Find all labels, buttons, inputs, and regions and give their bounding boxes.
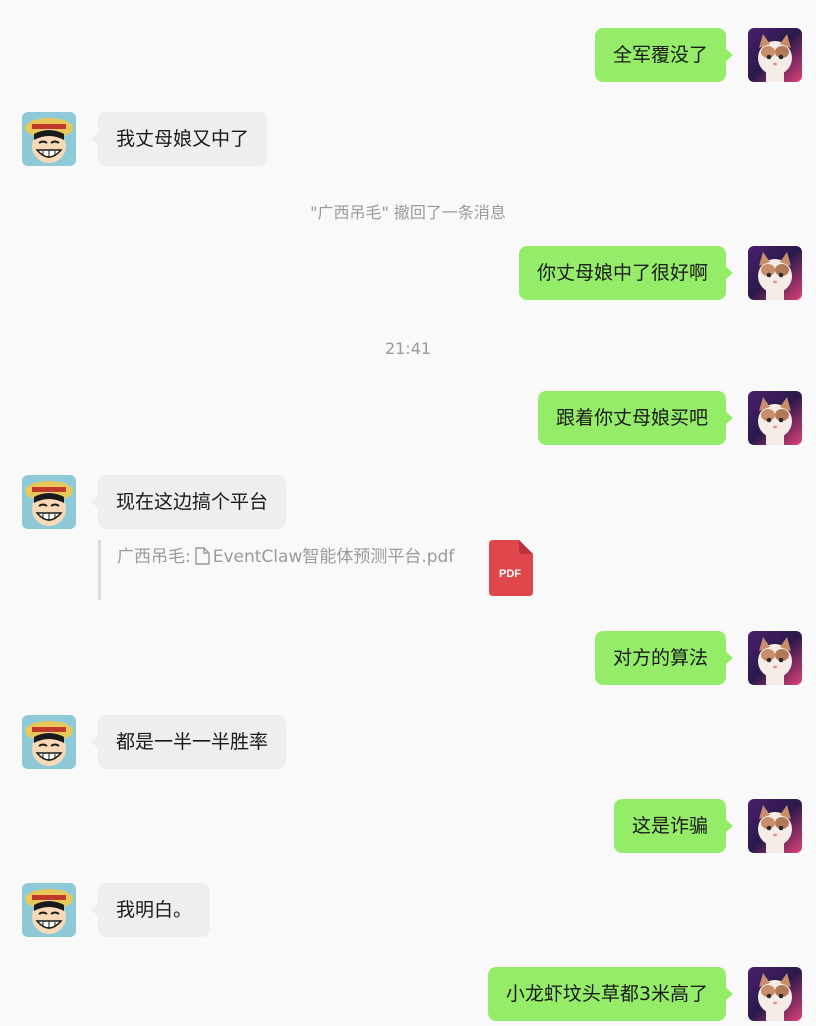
pdf-badge-label: PDF — [499, 568, 521, 580]
outgoing-message-bubble[interactable]: 跟着你丈母娘买吧 — [537, 391, 734, 445]
chat-window: 全军覆没了 我丈母娘又中了 "广西吊毛" 撤回了一条消息 你丈母娘中了很好啊 2… — [0, 0, 816, 1026]
straw-hat-avatar-icon[interactable] — [22, 883, 76, 937]
outgoing-message-bubble[interactable]: 这是诈骗 — [613, 799, 734, 853]
quoted-file-reference[interactable]: 广西吊毛: EventClaw智能体预测平台.pdf PDF — [98, 540, 541, 600]
straw-hat-avatar-icon[interactable] — [22, 475, 76, 529]
incoming-message-bubble[interactable]: 我丈母娘又中了 — [90, 112, 268, 166]
quote-text: 广西吊毛: EventClaw智能体预测平台.pdf — [117, 542, 454, 570]
cat-avatar-icon[interactable] — [748, 799, 802, 853]
outgoing-message-bubble[interactable]: 小龙虾坟头草都3米高了 — [487, 967, 734, 1021]
straw-hat-avatar-icon[interactable] — [22, 112, 76, 166]
document-icon — [195, 547, 210, 570]
incoming-message-bubble[interactable]: 都是一半一半胜率 — [90, 715, 287, 769]
outgoing-message-bubble[interactable]: 你丈母娘中了很好啊 — [518, 246, 734, 300]
timestamp: 21:41 — [384, 339, 432, 358]
outgoing-message-bubble[interactable]: 全军覆没了 — [594, 28, 734, 82]
straw-hat-avatar-icon[interactable] — [22, 715, 76, 769]
cat-avatar-icon[interactable] — [748, 391, 802, 445]
cat-avatar-icon[interactable] — [748, 28, 802, 82]
quoted-file-name: EventClaw智能体预测平台.pdf — [212, 547, 455, 567]
cat-avatar-icon[interactable] — [748, 631, 802, 685]
cat-avatar-icon[interactable] — [748, 246, 802, 300]
incoming-message-bubble[interactable]: 我明白。 — [90, 883, 211, 937]
incoming-message-bubble[interactable]: 现在这边搞个平台 — [90, 475, 287, 529]
pdf-icon[interactable]: PDF — [489, 540, 533, 596]
cat-avatar-icon[interactable] — [748, 967, 802, 1021]
recall-notice: "广西吊毛" 撤回了一条消息 — [310, 203, 506, 222]
quoted-sender: 广西吊毛: — [117, 547, 191, 567]
outgoing-message-bubble[interactable]: 对方的算法 — [594, 631, 734, 685]
